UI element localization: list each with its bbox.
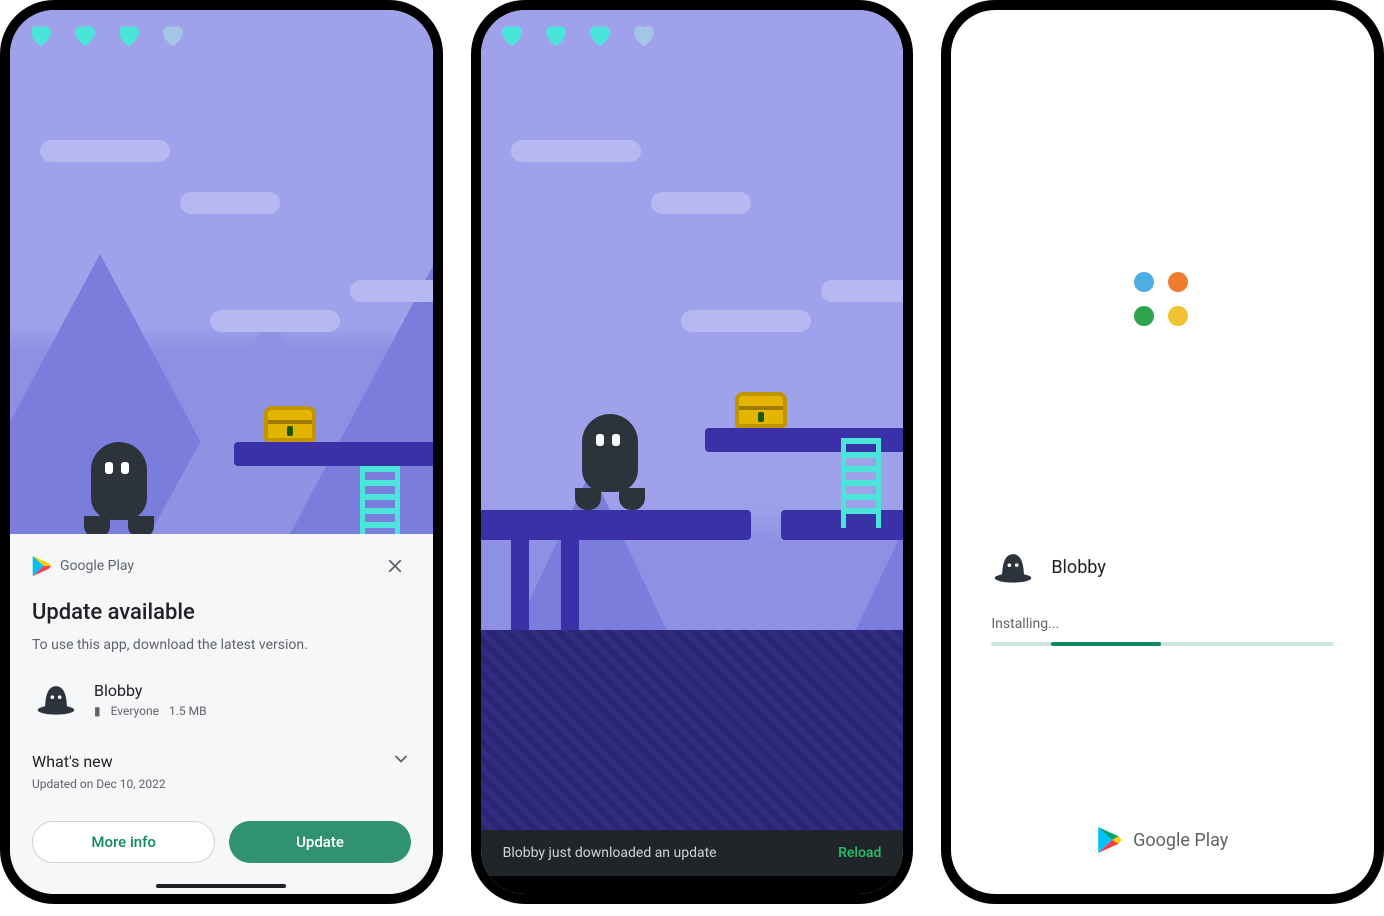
whats-new-title: What's new [32,752,113,771]
app-icon [32,675,80,723]
hearts-indicator [495,20,661,50]
install-status: Installing... [991,616,1334,632]
app-name: Blobby [94,681,207,700]
chevron-down-icon [391,749,411,773]
app-info-row: Blobby ▮ Everyone 1.5 MB [32,675,411,723]
close-icon[interactable] [379,550,411,582]
google-play-label: Google Play [60,558,134,574]
google-play-label: Google Play [1133,830,1228,851]
snackbar: Blobby just downloaded an update Reload [481,830,904,876]
whats-new-date: Updated on Dec 10, 2022 [32,777,411,791]
update-button[interactable]: Update [229,821,410,863]
google-play-logo: Google Play [32,555,134,577]
game-scene [481,10,904,830]
ladder [360,466,400,542]
phone-frame-3: Blobby Installing... Google Play [951,10,1374,894]
snackbar-message: Blobby just downloaded an update [503,845,717,861]
hearts-indicator [24,20,190,50]
whats-new-toggle[interactable]: What's new [32,749,411,773]
more-info-button[interactable]: More info [32,821,215,863]
nav-handle [156,884,286,888]
player-character [575,414,645,514]
update-bottom-sheet: Google Play Update available To use this… [10,534,433,894]
ladder [841,438,881,528]
game-scene [10,10,433,534]
treasure-chest [264,406,316,442]
progress-bar [991,642,1334,646]
phone-frame-1: Google Play Update available To use this… [10,10,433,894]
app-size: 1.5 MB [169,704,207,718]
sheet-title: Update available [32,600,411,625]
sheet-subtitle: To use this app, download the latest ver… [32,637,411,653]
google-play-logo: Google Play [1097,826,1228,854]
phone-frame-2: Blobby just downloaded an update Reload [481,10,904,894]
app-name: Blobby [1051,557,1106,578]
app-icon [991,550,1035,584]
reload-button[interactable]: Reload [838,845,881,861]
install-screen: Blobby Installing... Google Play [951,10,1374,894]
content-rating-label: Everyone [111,704,159,718]
content-rating-icon: ▮ [94,704,101,718]
treasure-chest [735,392,787,428]
loading-dots-icon [1134,272,1192,330]
player-character [84,442,154,542]
